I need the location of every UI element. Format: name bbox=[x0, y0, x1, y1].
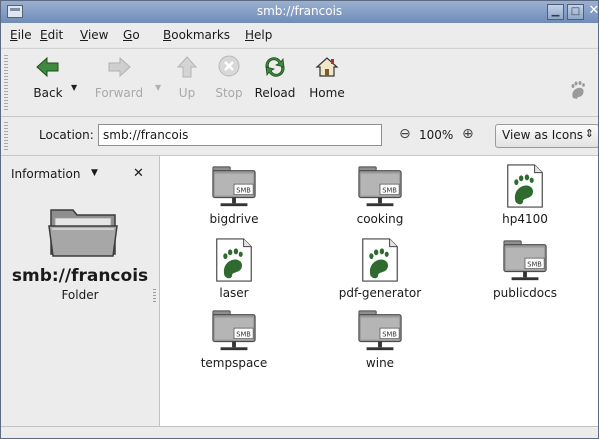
stop-icon bbox=[211, 55, 247, 83]
smb-share-icon bbox=[357, 308, 403, 354]
icon-label: publicdocs bbox=[493, 286, 557, 300]
close-side-pane-icon[interactable]: ✕ bbox=[133, 166, 144, 181]
icon-label: bigdrive bbox=[209, 212, 259, 226]
zoom-in-icon[interactable]: ⊕ bbox=[462, 126, 474, 142]
up-button[interactable]: Up bbox=[175, 55, 199, 100]
maximize-button[interactable]: □ bbox=[567, 4, 584, 20]
forward-button[interactable]: Forward bbox=[94, 55, 144, 100]
toolbar: Back ▼ Forward ▼ Up Stop Reload Home bbox=[1, 48, 598, 117]
location-label: Location: bbox=[39, 128, 94, 142]
location-bar-grip[interactable] bbox=[4, 122, 8, 150]
menu-view-label: iew bbox=[87, 28, 109, 42]
printer-foot-icon bbox=[357, 236, 403, 284]
forward-history-chevron-icon[interactable]: ▼ bbox=[155, 83, 161, 92]
icon-label: tempspace bbox=[200, 356, 268, 370]
icon-label: cooking bbox=[356, 212, 404, 226]
menu-bookmarks-mnemonic: B bbox=[163, 28, 172, 42]
icon-view: bigdrive cooking hp4100 laser pdf-genera… bbox=[160, 156, 598, 426]
folder-icon bbox=[48, 209, 118, 257]
menu-go-mnemonic: G bbox=[123, 28, 133, 42]
back-button[interactable]: Back bbox=[23, 55, 73, 100]
close-window-button[interactable]: ✕ bbox=[587, 4, 598, 20]
up-label: Up bbox=[178, 86, 196, 100]
pane-resize-handle[interactable] bbox=[153, 289, 156, 303]
side-pane-selector[interactable]: Information bbox=[11, 167, 80, 181]
smb-share-icon bbox=[211, 164, 257, 210]
menu-file-mnemonic: E bbox=[10, 28, 18, 42]
home-label: Home bbox=[309, 86, 345, 100]
printer-foot-icon bbox=[211, 236, 257, 284]
icon-item-laser[interactable]: laser bbox=[184, 236, 284, 300]
back-arrow-icon bbox=[23, 55, 73, 83]
window-title: smb://francois bbox=[256, 4, 343, 18]
icon-item-pdf-generator[interactable]: pdf-generator bbox=[330, 236, 430, 300]
smb-share-icon bbox=[357, 164, 403, 210]
title-bar[interactable]: smb://francois ▁ □ ✕ bbox=[1, 1, 598, 23]
reload-button[interactable]: Reload bbox=[252, 55, 298, 100]
menu-view[interactable]: View bbox=[80, 28, 108, 42]
icon-label: laser bbox=[219, 286, 249, 300]
icon-item-cooking[interactable]: cooking bbox=[330, 164, 430, 226]
smb-share-icon bbox=[211, 308, 257, 354]
menu-help-label: elp bbox=[254, 28, 273, 42]
reload-icon bbox=[252, 55, 298, 83]
menu-bar: Eile Edit View Go Bookmarks Help bbox=[1, 23, 598, 47]
menu-go-label: o bbox=[132, 28, 140, 42]
side-pane: Information ▼ ✕ smb://francois Folder bbox=[1, 156, 160, 428]
reload-label: Reload bbox=[254, 86, 296, 100]
status-bar bbox=[1, 426, 598, 438]
icon-item-wine[interactable]: wine bbox=[330, 308, 430, 370]
location-input[interactable] bbox=[98, 124, 382, 146]
menu-edit-mnemonic: E bbox=[40, 28, 48, 42]
view-as-select[interactable]: View as Icons ⇕ bbox=[495, 124, 598, 148]
icon-label: hp4100 bbox=[502, 212, 548, 226]
icon-label: pdf-generator bbox=[338, 286, 422, 300]
menu-edit-label: dit bbox=[47, 28, 64, 42]
printer-foot-icon bbox=[502, 162, 548, 210]
view-as-label: View as Icons bbox=[502, 128, 584, 142]
activity-throbber-foot-icon bbox=[571, 81, 585, 99]
forward-label: Forward bbox=[94, 86, 144, 100]
side-pane-header: Information ▼ ✕ bbox=[11, 166, 149, 186]
home-icon bbox=[304, 55, 350, 83]
menu-view-mnemonic: V bbox=[80, 28, 88, 42]
toolbar-grip[interactable] bbox=[4, 55, 8, 111]
location-bar: Location: ⊖ 100% ⊕ View as Icons ⇕ bbox=[1, 117, 598, 156]
menu-file-label: ile bbox=[17, 28, 32, 42]
menu-edit[interactable]: Edit bbox=[40, 28, 63, 42]
file-manager-window: smb://francois ▁ □ ✕ Eile Edit View Go B… bbox=[0, 0, 599, 439]
forward-arrow-icon bbox=[94, 55, 144, 83]
back-label: Back bbox=[33, 86, 63, 100]
smb-share-icon bbox=[502, 238, 548, 284]
chevron-down-icon[interactable]: ▼ bbox=[91, 168, 98, 178]
icon-item-publicdocs[interactable]: publicdocs bbox=[475, 238, 575, 300]
stop-label: Stop bbox=[215, 86, 243, 100]
menu-file[interactable]: Eile bbox=[10, 28, 32, 42]
folder-name: smb://francois bbox=[11, 266, 149, 286]
icon-item-bigdrive[interactable]: bigdrive bbox=[184, 164, 284, 226]
stop-button[interactable]: Stop bbox=[211, 55, 247, 100]
menu-help[interactable]: Help bbox=[245, 28, 272, 42]
menu-go[interactable]: Go bbox=[123, 28, 140, 42]
up-down-chevron-icon: ⇕ bbox=[584, 127, 594, 140]
icon-item-tempspace[interactable]: tempspace bbox=[184, 308, 284, 370]
up-arrow-icon bbox=[175, 55, 199, 83]
home-button[interactable]: Home bbox=[304, 55, 350, 100]
menu-bookmarks-label: ookmarks bbox=[171, 28, 231, 42]
zoom-out-icon[interactable]: ⊖ bbox=[399, 126, 411, 142]
icon-label: wine bbox=[365, 356, 395, 370]
menu-help-mnemonic: H bbox=[245, 28, 255, 42]
folder-type: Folder bbox=[61, 288, 99, 302]
menu-bookmarks[interactable]: Bookmarks bbox=[163, 28, 230, 42]
icon-item-hp4100[interactable]: hp4100 bbox=[475, 162, 575, 226]
zoom-level[interactable]: 100% bbox=[419, 128, 453, 142]
back-history-chevron-icon[interactable]: ▼ bbox=[71, 83, 77, 92]
minimize-button[interactable]: ▁ bbox=[547, 4, 564, 20]
